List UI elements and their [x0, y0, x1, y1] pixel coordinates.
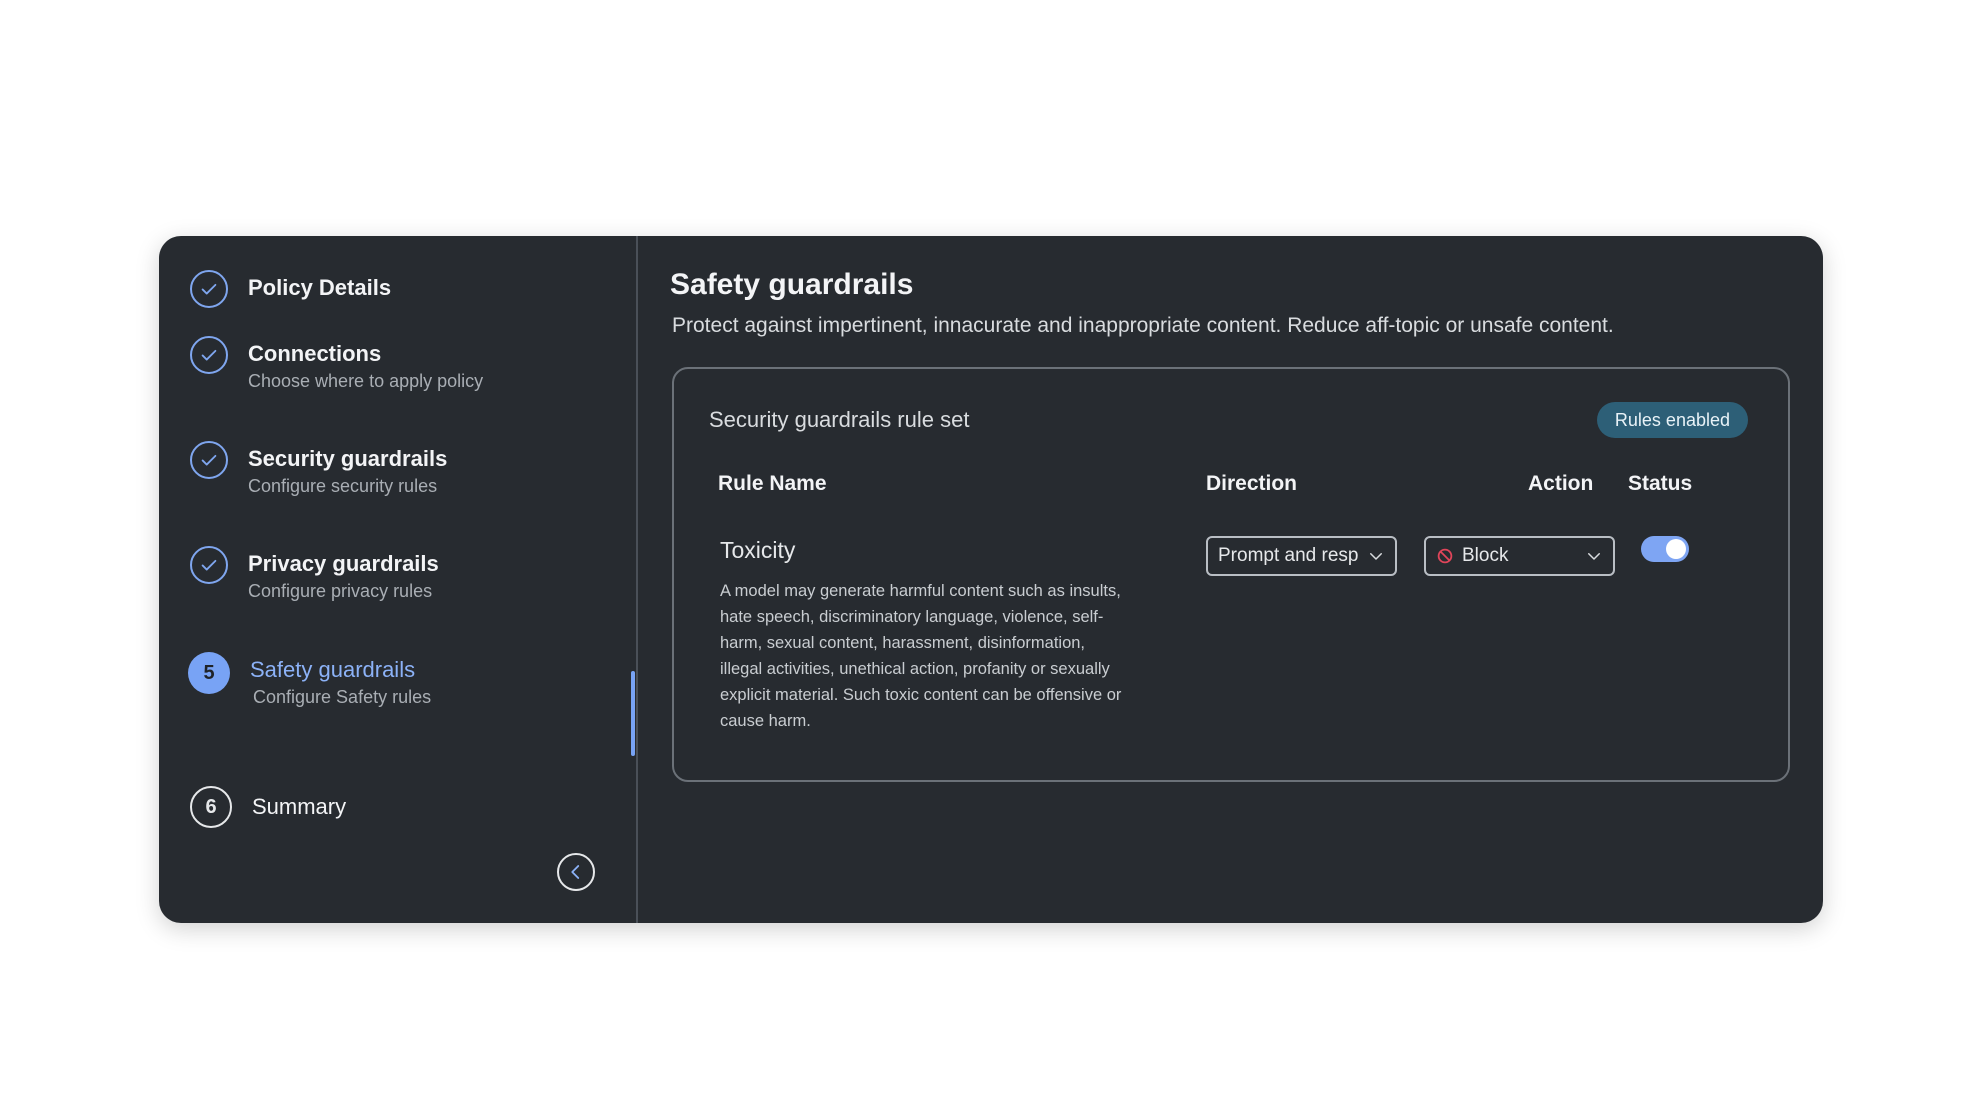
- step-title: Privacy guardrails: [248, 551, 439, 576]
- step-security-guardrails[interactable]: Security guardrails Configure security r…: [190, 441, 447, 498]
- chevron-down-icon: [1585, 547, 1603, 565]
- policy-wizard-panel: Policy Details Connections Choose where …: [159, 236, 1823, 923]
- action-select-value: Block: [1462, 545, 1509, 566]
- step-number-badge: 5: [188, 652, 230, 694]
- check-icon: [190, 270, 228, 308]
- card-title: Security guardrails rule set: [709, 407, 970, 432]
- step-title: Security guardrails: [248, 446, 448, 471]
- chevron-down-icon: [1367, 547, 1385, 565]
- column-header-direction: Direction: [1206, 472, 1298, 495]
- check-icon: [190, 441, 228, 479]
- step-summary[interactable]: 6 Summary: [190, 786, 346, 828]
- status-toggle[interactable]: [1641, 536, 1689, 562]
- step-number-badge: 6: [190, 786, 232, 828]
- step-title: Policy Details: [248, 275, 392, 300]
- direction-select-value: Prompt and resp: [1218, 545, 1359, 566]
- block-icon: [1436, 547, 1454, 565]
- check-icon: [190, 336, 228, 374]
- toggle-knob: [1666, 539, 1686, 559]
- step-subtitle: Configure security rules: [248, 476, 438, 496]
- step-safety-guardrails[interactable]: 5 Safety guardrails Configure Safety rul…: [188, 652, 432, 709]
- main-content: Safety guardrails Protect against impert…: [636, 236, 1823, 923]
- check-icon: [190, 546, 228, 584]
- step-title: Summary: [252, 794, 347, 819]
- step-connections[interactable]: Connections Choose where to apply policy: [190, 336, 483, 393]
- direction-select[interactable]: Prompt and resp: [1206, 536, 1397, 576]
- step-title: Safety guardrails: [250, 657, 416, 682]
- step-subtitle: Configure privacy rules: [248, 581, 433, 601]
- collapse-sidebar-button[interactable]: [557, 853, 595, 891]
- action-select[interactable]: Block: [1424, 536, 1615, 576]
- page-description: Protect against impertinent, innacurate …: [672, 314, 1614, 337]
- column-header-status: Status: [1628, 472, 1693, 495]
- rule-description: A model may generate harmful content suc…: [720, 582, 1122, 730]
- column-header-action: Action: [1528, 472, 1594, 495]
- column-header-rule-name: Rule Name: [718, 472, 827, 495]
- rule-set-card: Security guardrails rule set Rules enabl…: [672, 367, 1790, 782]
- rules-enabled-badge: Rules enabled: [1596, 402, 1748, 438]
- chevron-left-icon: [571, 865, 580, 879]
- step-policy-details[interactable]: Policy Details: [190, 270, 391, 308]
- wizard-steps-sidebar: Policy Details Connections Choose where …: [159, 236, 638, 923]
- rule-name: Toxicity: [720, 537, 796, 563]
- step-subtitle: Choose where to apply policy: [248, 371, 484, 391]
- step-title: Connections: [248, 341, 382, 366]
- step-subtitle: Configure Safety rules: [253, 687, 432, 707]
- active-step-indicator: [631, 671, 635, 756]
- step-privacy-guardrails[interactable]: Privacy guardrails Configure privacy rul…: [190, 546, 439, 603]
- page-title: Safety guardrails: [670, 268, 914, 301]
